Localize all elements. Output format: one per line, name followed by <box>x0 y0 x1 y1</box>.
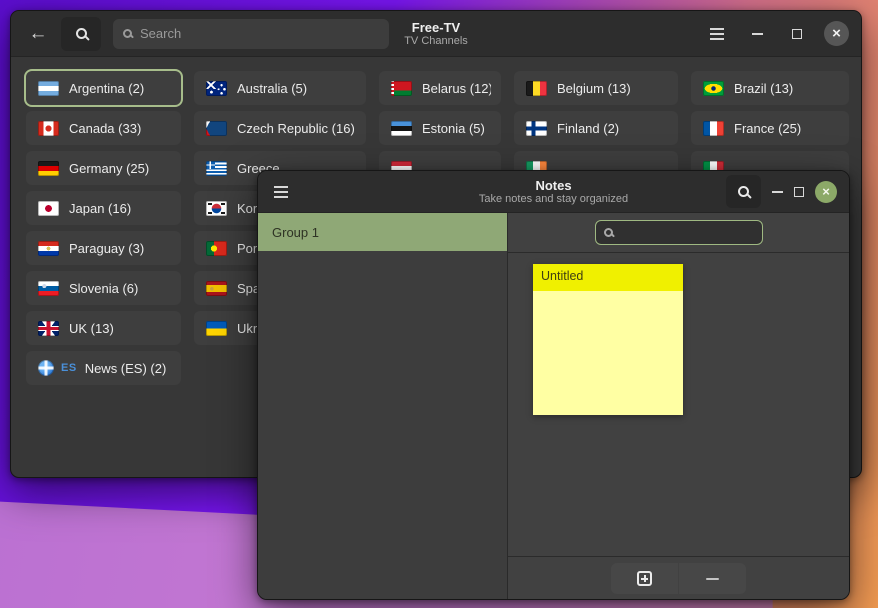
notes-search-input[interactable] <box>620 226 754 240</box>
greece-flag-icon <box>206 161 227 176</box>
country-label: Estonia (5) <box>422 121 485 136</box>
portugal-flag-icon <box>206 241 227 256</box>
notes-bottombar <box>508 556 849 600</box>
country-button-finland-2[interactable]: Finland (2) <box>514 111 678 145</box>
hamburger-icon <box>710 33 724 35</box>
globe-icon <box>38 360 54 376</box>
country-label: Belarus (12) <box>422 81 491 96</box>
country-button-canada-33[interactable]: Canada (33) <box>26 111 181 145</box>
minimize-icon <box>752 33 763 35</box>
country-label: Finland (2) <box>557 121 619 136</box>
notes-sidebar: Group 1 <box>258 213 508 600</box>
country-label: Paraguay (3) <box>69 241 144 256</box>
minimize-button[interactable] <box>744 21 770 47</box>
country-label: Czech Republic (16) <box>237 121 355 136</box>
france-flag-icon <box>703 121 724 136</box>
country-button-paraguay-3[interactable]: Paraguay (3) <box>26 231 181 265</box>
freetv-window-title: Free-TV <box>404 20 468 35</box>
add-note-icon <box>637 571 652 586</box>
search-icon <box>604 228 613 237</box>
sticky-note[interactable]: Untitled <box>533 264 683 415</box>
notes-search-zone <box>508 213 849 253</box>
country-button-belarus-12[interactable]: Belarus (12) <box>379 71 501 105</box>
menu-button[interactable] <box>704 21 730 47</box>
notes-maximize-button[interactable] <box>794 187 804 197</box>
country-label: UK (13) <box>69 321 114 336</box>
germany-flag-icon <box>38 161 59 176</box>
search-icon <box>738 186 749 197</box>
search-toggle-button[interactable] <box>61 17 101 51</box>
country-button-japan-16[interactable]: Japan (16) <box>26 191 181 225</box>
maximize-icon <box>792 29 802 39</box>
belarus-flag-icon <box>391 81 412 96</box>
back-button[interactable]: ← <box>23 17 53 51</box>
country-label: France (25) <box>734 121 801 136</box>
country-button-czech-republic-16[interactable]: Czech Republic (16) <box>194 111 366 145</box>
maximize-button[interactable] <box>784 21 810 47</box>
search-icon <box>76 28 87 39</box>
freetv-window-subtitle: TV Channels <box>404 35 468 48</box>
sticky-note-body <box>533 291 683 415</box>
hamburger-icon <box>274 191 288 193</box>
country-label: Australia (5) <box>237 81 307 96</box>
ukraine-flag-icon <box>206 321 227 336</box>
country-button-belgium-13[interactable]: Belgium (13) <box>514 71 678 105</box>
es-language-badge: ES <box>61 362 77 374</box>
country-button-germany-25[interactable]: Germany (25) <box>26 151 181 185</box>
spain-flag-icon <box>206 281 227 296</box>
country-label: Germany (25) <box>69 161 149 176</box>
notes-panel: Untitled <box>508 213 849 600</box>
paraguay-flag-icon <box>38 241 59 256</box>
uk-flag-icon <box>38 321 59 336</box>
notes-search-button[interactable] <box>726 175 761 208</box>
minimize-icon <box>772 191 783 193</box>
notes-titlebar: Notes Take notes and stay organized × <box>258 171 849 213</box>
estonia-flag-icon <box>391 121 412 136</box>
country-label: Brazil (13) <box>734 81 793 96</box>
sticky-note-title: Untitled <box>533 264 683 291</box>
slovenia-flag-icon <box>38 281 59 296</box>
canada-flag-icon <box>38 121 59 136</box>
notes-window: Notes Take notes and stay organized × Gr… <box>257 170 850 600</box>
country-button-france-25[interactable]: France (25) <box>691 111 849 145</box>
freetv-search-field[interactable] <box>113 19 389 49</box>
freetv-titlebar: ← Free-TV TV Channels × <box>11 11 861 57</box>
korea-flag-icon <box>206 201 227 216</box>
notes-search-field[interactable] <box>595 220 763 245</box>
country-button-estonia-5[interactable]: Estonia (5) <box>379 111 501 145</box>
country-label: Canada (33) <box>69 121 141 136</box>
country-label: Japan (16) <box>69 201 131 216</box>
close-button[interactable]: × <box>824 21 849 46</box>
add-note-button[interactable] <box>611 563 678 594</box>
country-label: News (ES) (2) <box>85 361 167 376</box>
sidebar-item-group-1[interactable]: Group 1 <box>258 213 507 251</box>
finland-flag-icon <box>526 121 547 136</box>
country-label: Slovenia (6) <box>69 281 138 296</box>
argentina-flag-icon <box>38 81 59 96</box>
remove-note-icon <box>706 578 719 580</box>
freetv-search-input[interactable] <box>140 26 379 41</box>
country-button-brazil-13[interactable]: Brazil (13) <box>691 71 849 105</box>
notes-menu-button[interactable] <box>274 191 288 193</box>
notes-minimize-button[interactable] <box>772 191 783 193</box>
search-icon <box>123 29 132 38</box>
brazil-flag-icon <box>703 81 724 96</box>
country-button-australia-5[interactable]: Australia (5) <box>194 71 366 105</box>
country-button-uk-13[interactable]: UK (13) <box>26 311 181 345</box>
australia-flag-icon <box>206 81 227 96</box>
country-label: Argentina (2) <box>69 81 144 96</box>
belgium-flag-icon <box>526 81 547 96</box>
notes-canvas: Untitled <box>508 253 849 556</box>
remove-note-button[interactable] <box>679 563 746 594</box>
country-button-news-es-2[interactable]: ES News (ES) (2) <box>26 351 181 385</box>
czech-flag-icon <box>206 121 227 136</box>
notes-close-button[interactable]: × <box>815 181 837 203</box>
country-button-argentina-2[interactable]: Argentina (2) <box>26 71 181 105</box>
country-label: Belgium (13) <box>557 81 631 96</box>
maximize-icon <box>794 187 804 197</box>
japan-flag-icon <box>38 201 59 216</box>
notes-window-title: Notes <box>479 178 628 193</box>
country-button-slovenia-6[interactable]: Slovenia (6) <box>26 271 181 305</box>
notes-window-subtitle: Take notes and stay organized <box>479 193 628 206</box>
